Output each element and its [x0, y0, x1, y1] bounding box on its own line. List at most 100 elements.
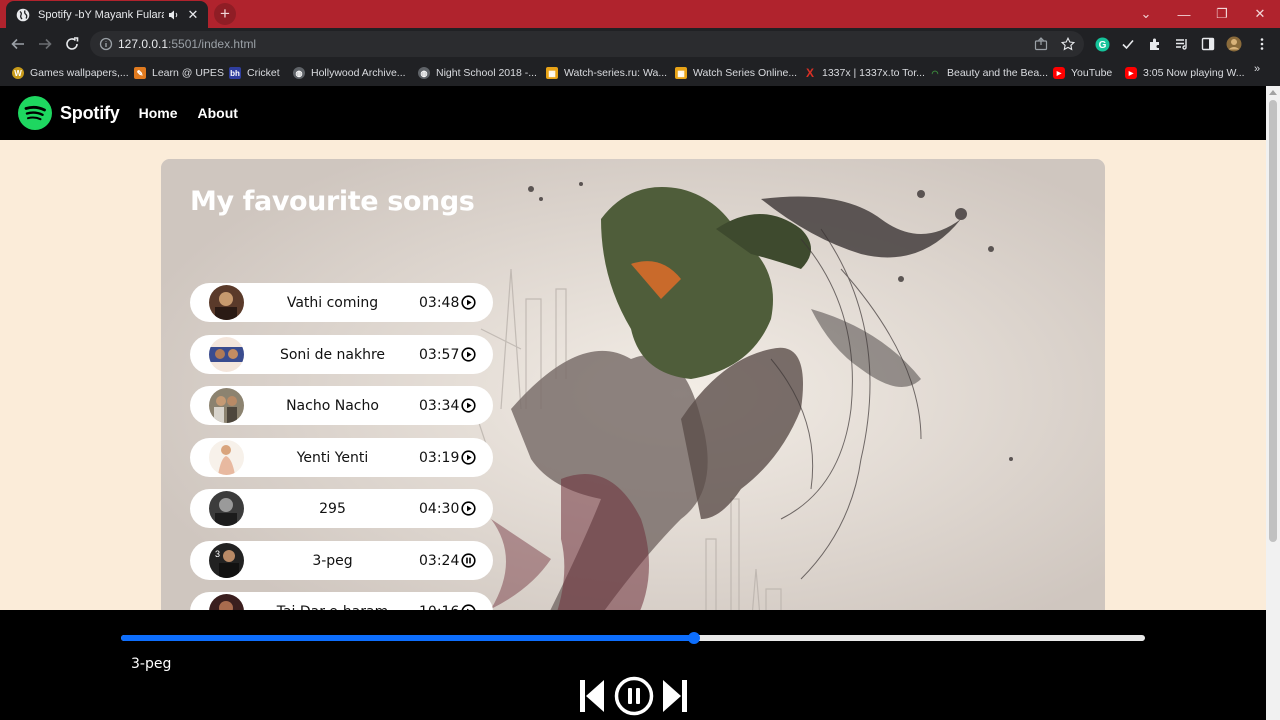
bookmark-star-icon[interactable]: [1060, 36, 1076, 52]
previous-track-icon[interactable]: [574, 676, 610, 716]
bookmark-item[interactable]: ▦ Watch-series.ru: Wa...: [546, 64, 667, 82]
page-title: My favourite songs: [190, 186, 475, 217]
song-item[interactable]: Vathi coming 03:48: [190, 283, 493, 322]
song-cover-image: [209, 491, 244, 526]
address-bar[interactable]: 127.0.0.1:5501/index.html: [90, 31, 1084, 57]
bookmark-item[interactable]: W Games wallpapers,...: [12, 64, 129, 82]
page-viewport: Spotify Home About My favourite songs Va…: [0, 86, 1266, 720]
bookmark-label: Watch-series.ru: Wa...: [564, 67, 668, 79]
menu-kebab-icon[interactable]: [1254, 36, 1270, 52]
play-icon[interactable]: [461, 398, 476, 413]
songs-container: My favourite songs Vathi coming 03:48 So…: [161, 159, 1105, 629]
tab-title: Spotify -bY Mayank Fulara: [38, 8, 164, 21]
back-icon[interactable]: [6, 32, 30, 56]
browser-tab[interactable]: Spotify -bY Mayank Fulara ✕: [6, 1, 208, 28]
bookmark-favicon-icon: ◠: [931, 68, 939, 78]
bookmark-item[interactable]: ▶ 3:05 Now playing W...: [1125, 64, 1245, 82]
player-bar: 3-peg: [0, 610, 1266, 720]
media-control-icon[interactable]: [1174, 36, 1190, 52]
youtube-icon: ▶: [1125, 67, 1137, 79]
browser-tabstrip: Spotify -bY Mayank Fulara ✕ + ⌄ — ❐ ✕: [0, 0, 1280, 28]
nav-home[interactable]: Home: [139, 105, 178, 121]
bookmark-item[interactable]: bh Cricket: [229, 64, 280, 82]
song-cover-image: [209, 440, 244, 475]
song-cover-image: [209, 285, 244, 320]
profile-avatar-icon[interactable]: [1226, 36, 1242, 52]
song-duration: 03:48: [419, 294, 460, 311]
song-duration: 03:34: [419, 397, 460, 414]
song-name: 295: [319, 500, 346, 517]
song-cover-image: [209, 388, 244, 423]
brand[interactable]: Spotify: [18, 96, 120, 130]
song-item[interactable]: Soni de nakhre 03:57: [190, 335, 493, 374]
bookmark-label: Cricket: [247, 67, 280, 79]
song-name: Soni de nakhre: [279, 346, 386, 363]
play-icon[interactable]: [461, 501, 476, 516]
speaker-icon[interactable]: [168, 9, 180, 21]
play-icon[interactable]: [461, 347, 476, 362]
globe-icon: ◍: [293, 67, 305, 79]
song-cover-image: 3: [209, 543, 244, 578]
bookmark-favicon-icon: ▦: [546, 67, 558, 79]
close-window-icon[interactable]: ✕: [1241, 0, 1279, 28]
nav-about[interactable]: About: [198, 105, 238, 121]
scrollbar-thumb[interactable]: [1269, 100, 1277, 542]
side-panel-icon[interactable]: [1200, 36, 1216, 52]
bookmark-item[interactable]: ◍ Night School 2018 -...: [418, 64, 537, 82]
url-text: 127.0.0.1:5501/index.html: [118, 37, 256, 51]
bookmark-label: Learn @ UPES: [152, 67, 224, 79]
minimize-icon[interactable]: —: [1165, 0, 1203, 28]
bookmark-label: Beauty and the Bea...: [947, 67, 1048, 79]
progress-thumb[interactable]: [688, 632, 701, 644]
globe-icon: ◍: [418, 67, 430, 79]
bookmarks-overflow-icon[interactable]: »: [1254, 63, 1260, 75]
x-logo-icon: X: [805, 66, 814, 80]
bookmark-label: Hollywood Archive...: [311, 67, 406, 79]
extensions-icon[interactable]: [1147, 36, 1163, 52]
song-duration: 03:19: [419, 449, 460, 466]
song-item[interactable]: Nacho Nacho 03:34: [190, 386, 493, 425]
bookmark-label: 3:05 Now playing W...: [1143, 67, 1245, 79]
youtube-icon: ▶: [1053, 67, 1065, 79]
tab-search-icon[interactable]: ⌄: [1127, 0, 1165, 28]
pause-icon[interactable]: [461, 553, 476, 568]
song-item-active[interactable]: 3 3-peg 03:24: [190, 541, 493, 580]
new-tab-button[interactable]: +: [214, 3, 236, 25]
song-item[interactable]: 295 04:30: [190, 489, 493, 528]
play-icon[interactable]: [461, 295, 476, 310]
close-tab-icon[interactable]: ✕: [186, 7, 200, 23]
bookmark-item[interactable]: ◠ Beauty and the Bea...: [929, 64, 1049, 82]
svg-text:3: 3: [215, 549, 220, 559]
next-track-icon[interactable]: [657, 676, 693, 716]
share-icon[interactable]: [1033, 36, 1049, 52]
bookmark-item[interactable]: ✎ Learn @ UPES: [134, 64, 224, 82]
svg-text:G: G: [1098, 40, 1106, 51]
bookmarks-bar: W Games wallpapers,... ✎ Learn @ UPES bh Cr…: [0, 60, 1280, 86]
song-item[interactable]: Yenti Yenti 03:19: [190, 438, 493, 477]
scroll-up-icon[interactable]: [1269, 90, 1277, 95]
bookmark-item[interactable]: X 1337x | 1337x.to Tor...: [804, 64, 925, 82]
site-info-icon[interactable]: [99, 37, 113, 51]
globe-icon: [16, 8, 30, 22]
reload-icon[interactable]: [60, 32, 84, 56]
bookmark-item[interactable]: ◍ Hollywood Archive...: [293, 64, 406, 82]
bookmark-favicon-icon: bh: [229, 67, 241, 79]
pause-button[interactable]: [614, 676, 654, 716]
grammarly-icon[interactable]: G: [1094, 36, 1110, 52]
url-path: :5501/index.html: [168, 37, 257, 51]
play-icon[interactable]: [461, 450, 476, 465]
page-scrollbar[interactable]: [1266, 86, 1280, 720]
forward-icon[interactable]: [33, 32, 57, 56]
now-playing-title: 3-peg: [131, 656, 172, 672]
check-icon[interactable]: [1120, 36, 1136, 52]
song-duration: 03:57: [419, 346, 460, 363]
song-name: Vathi coming: [286, 294, 379, 311]
restore-icon[interactable]: ❐: [1203, 0, 1241, 28]
progress-slider[interactable]: [121, 632, 1145, 644]
bookmark-label: Games wallpapers,...: [30, 67, 129, 79]
bookmark-favicon-icon: ✎: [134, 67, 146, 79]
bookmark-label: 1337x | 1337x.to Tor...: [822, 67, 925, 79]
bookmark-item[interactable]: ▦ Watch Series Online...: [675, 64, 797, 82]
bookmark-item[interactable]: ▶ YouTube: [1053, 64, 1112, 82]
bookmark-label: Watch Series Online...: [693, 67, 798, 79]
